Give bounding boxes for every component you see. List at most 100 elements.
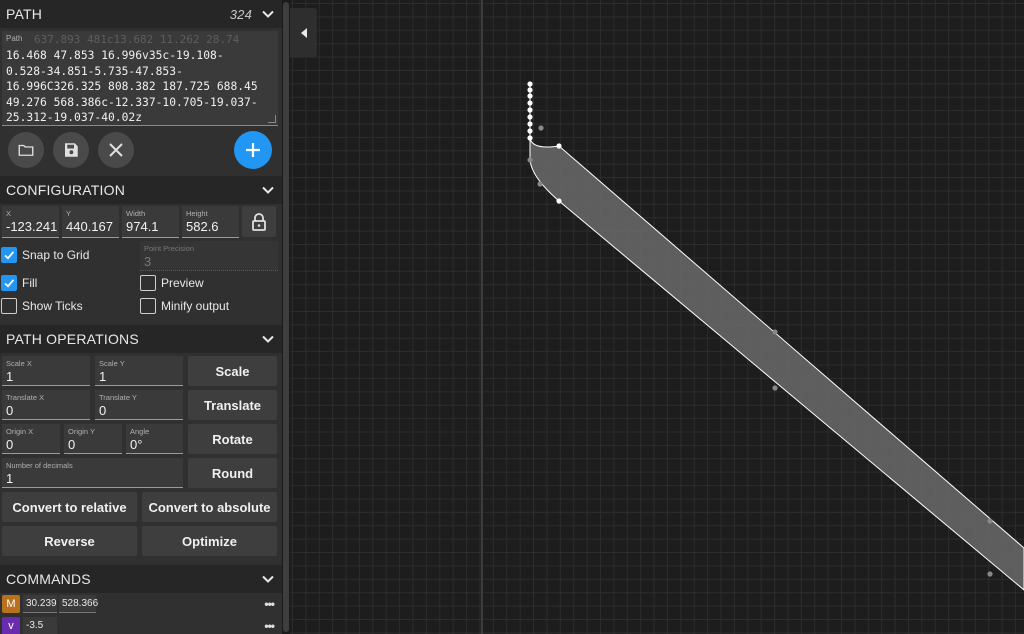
command-menu-icon[interactable]: ••• [264, 619, 275, 633]
round-button[interactable]: Round [188, 458, 277, 488]
minify-output-checkbox[interactable]: Minify output [140, 298, 229, 314]
anchor-point[interactable] [527, 128, 533, 134]
control-handle[interactable] [772, 329, 778, 335]
control-handle[interactable] [538, 125, 544, 131]
origin-x-field[interactable]: Origin X 0 [2, 424, 60, 454]
scale-button[interactable]: Scale [188, 356, 277, 386]
decimals-value: 1 [6, 471, 14, 486]
convert-to-absolute-button[interactable]: Convert to absolute [142, 492, 277, 522]
command-type-badge[interactable]: M [2, 595, 20, 613]
translate-y-label: Translate Y [99, 393, 137, 402]
command-type-badge[interactable]: v [2, 617, 20, 634]
control-handle[interactable] [537, 181, 543, 187]
commands-section-header[interactable]: COMMANDS [0, 565, 282, 593]
command-value-input[interactable]: 528.366 [59, 595, 98, 613]
aspect-lock-button[interactable] [242, 206, 276, 237]
checkbox-checked-icon [1, 275, 17, 291]
sidebar: PATH 324 Path 637.893 481c13.682 11.262 … [0, 0, 282, 634]
scale-x-field[interactable]: Scale X 1 [2, 356, 90, 386]
preview-checkbox[interactable]: Preview [140, 275, 204, 291]
open-file-button[interactable] [8, 132, 44, 168]
path-textarea[interactable]: Path 637.893 481c13.682 11.262 28.74 16.… [2, 31, 278, 126]
convert-to-relative-button[interactable]: Convert to relative [2, 492, 137, 522]
lock-icon [252, 212, 266, 231]
anchor-point[interactable] [527, 81, 533, 87]
anchor-point[interactable] [556, 143, 562, 149]
decimals-label: Number of decimals [6, 461, 73, 470]
clear-path-button[interactable] [98, 132, 134, 168]
width-field[interactable]: Width 974.1 [122, 206, 179, 238]
decimals-field[interactable]: Number of decimals 1 [2, 458, 183, 488]
origin-y-field[interactable]: Origin Y 0 [64, 424, 122, 454]
show-ticks-checkbox[interactable]: Show Ticks [1, 298, 83, 314]
origin-x-label: Origin X [6, 427, 34, 436]
translate-x-label: Translate X [6, 393, 45, 402]
anchor-point[interactable] [556, 198, 562, 204]
origin-y-label: Origin Y [68, 427, 95, 436]
origin-x-value: 0 [6, 437, 14, 452]
command-value-input[interactable]: -3.5 [23, 617, 57, 634]
collapse-sidebar-button[interactable] [290, 8, 317, 57]
command-row[interactable]: v -3.5 ••• [0, 617, 282, 634]
point-precision-field: Point Precision 3 [140, 241, 278, 271]
angle-field[interactable]: Angle 0° [126, 424, 183, 454]
minify-output-label: Minify output [161, 299, 230, 313]
control-handle[interactable] [772, 385, 778, 391]
control-handle[interactable] [987, 518, 993, 524]
path-text-scrolled: 637.893 481c13.682 11.262 28.74 [34, 33, 240, 46]
sidebar-scrollbar[interactable] [282, 0, 290, 634]
path-section-header[interactable]: PATH 324 [0, 0, 282, 28]
anchor-point[interactable] [527, 100, 533, 106]
control-handle[interactable] [987, 571, 993, 577]
translate-button[interactable]: Translate [188, 390, 277, 420]
scale-y-value: 1 [99, 369, 107, 384]
height-field[interactable]: Height 582.6 [182, 206, 239, 238]
anchor-point[interactable] [527, 114, 533, 120]
path-field-label: Path [6, 34, 23, 43]
command-value-input[interactable]: 30.239 [23, 595, 57, 613]
x-field[interactable]: X -123.241 [2, 206, 59, 238]
translate-y-value: 0 [99, 403, 107, 418]
path-operations-section-header[interactable]: PATH OPERATIONS [0, 325, 282, 353]
optimize-button[interactable]: Optimize [142, 526, 277, 556]
command-menu-icon[interactable]: ••• [264, 597, 275, 611]
rotate-button[interactable]: Rotate [188, 424, 277, 454]
snap-to-grid-label: Snap to Grid [22, 248, 90, 262]
command-row[interactable]: M 30.239 528.366 ••• [0, 595, 282, 615]
chevron-down-icon [262, 186, 274, 194]
chevron-left-icon [300, 27, 307, 38]
canvas-svg[interactable] [290, 0, 1024, 634]
translate-y-field[interactable]: Translate Y 0 [95, 390, 183, 420]
save-button[interactable] [53, 132, 89, 168]
origin-y-value: 0 [68, 437, 76, 452]
scrollbar-thumb[interactable] [283, 2, 289, 632]
fill-checkbox[interactable]: Fill [1, 275, 37, 291]
chevron-down-icon [262, 575, 274, 583]
resize-handle-icon[interactable] [268, 115, 276, 123]
configuration-section-header[interactable]: CONFIGURATION [0, 176, 282, 204]
commands-title: COMMANDS [6, 571, 91, 587]
scale-x-label: Scale X [6, 359, 32, 368]
width-label: Width [126, 209, 146, 218]
plus-icon [246, 143, 260, 157]
scale-y-field[interactable]: Scale Y 1 [95, 356, 183, 386]
anchor-point[interactable] [527, 121, 533, 127]
anchor-point[interactable] [527, 87, 533, 93]
reverse-button[interactable]: Reverse [2, 526, 137, 556]
canvas[interactable] [290, 0, 1024, 634]
control-handle[interactable] [527, 157, 533, 163]
width-value: 974.1 [126, 219, 159, 234]
anchor-point[interactable] [527, 135, 533, 141]
snap-to-grid-checkbox[interactable]: Snap to Grid [1, 247, 89, 263]
anchor-point[interactable] [527, 93, 533, 99]
add-command-button[interactable] [234, 131, 272, 169]
path-section-title: PATH [6, 6, 43, 22]
angle-value: 0° [130, 437, 143, 452]
y-field[interactable]: Y 440.167 [62, 206, 119, 238]
path-shape[interactable] [529, 84, 1024, 591]
anchor-point[interactable] [527, 107, 533, 113]
translate-x-field[interactable]: Translate X 0 [2, 390, 90, 420]
y-value: 440.167 [66, 219, 113, 234]
checkbox-checked-icon [1, 247, 17, 263]
preview-label: Preview [161, 276, 204, 290]
